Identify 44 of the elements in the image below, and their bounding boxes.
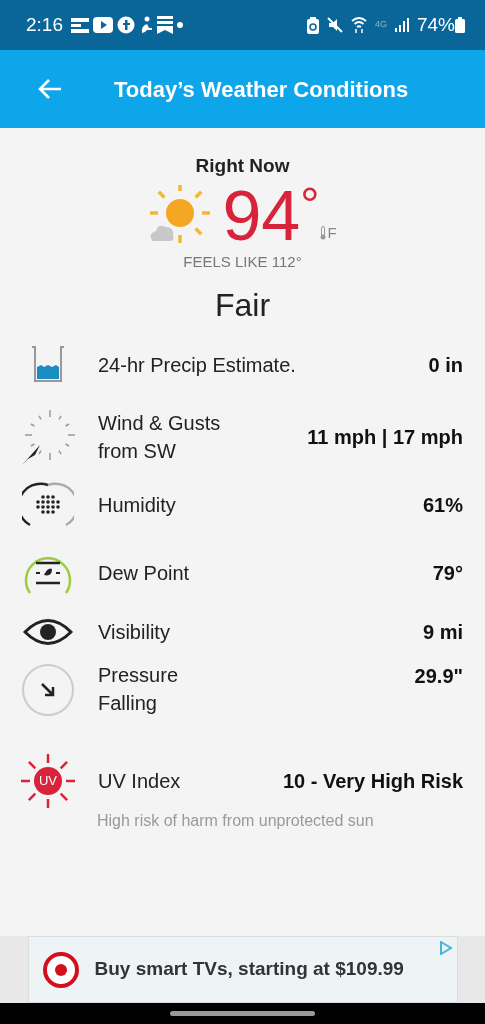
mute-icon xyxy=(326,17,343,33)
condition-value: 10 - Very High Risk xyxy=(282,769,463,794)
play-icon xyxy=(93,17,113,33)
ad-banner[interactable]: Buy smart TVs, starting at $109.99 xyxy=(27,936,458,1003)
signal-icon xyxy=(394,18,409,32)
condition-label: Visibility xyxy=(98,620,170,645)
condition-value: 0 in xyxy=(428,353,463,378)
condition-label: UV Index xyxy=(98,769,181,794)
condition-label: Wind & Gusts from SW xyxy=(98,411,221,464)
uv-note-text: High risk of harm from unprotected sun xyxy=(97,811,375,831)
condition-value: 29.9" xyxy=(414,664,463,689)
condition-label: 24-hr Precip Estimate. xyxy=(98,353,296,378)
bookmark-icon xyxy=(157,16,173,34)
ad-text: Buy smart TVs, starting at $109.99 xyxy=(94,957,404,982)
section-heading: Right Now xyxy=(195,154,290,178)
battery-saver-icon xyxy=(306,16,319,34)
temperature: 94 xyxy=(222,180,301,251)
battery-percent: 74% xyxy=(416,12,455,37)
temperature-unit: F xyxy=(327,223,337,243)
feels-like-text: FEELS LIKE 112° xyxy=(183,251,302,272)
compass-arrow-icon xyxy=(20,407,76,467)
condition-value: 61% xyxy=(422,493,463,518)
droplets-gauge-icon xyxy=(22,481,74,529)
condition-label: Pressure Falling xyxy=(98,663,179,716)
notification-icon xyxy=(71,17,89,33)
thermometer-icon xyxy=(319,226,328,241)
battery-icon xyxy=(455,17,465,33)
condition-label: Humidity xyxy=(98,493,176,518)
network-label: 4G xyxy=(374,18,387,32)
degree-symbol: ° xyxy=(300,180,320,229)
back-arrow-icon[interactable] xyxy=(38,78,62,100)
condition-value: 79° xyxy=(432,561,463,586)
ad-choices-icon[interactable] xyxy=(438,941,453,955)
condition-text: Fair xyxy=(214,286,271,325)
page-title: Today’s Weather Conditions xyxy=(114,75,409,104)
condition-value: 11 mph | 17 mph xyxy=(307,425,463,450)
wifi-icon xyxy=(350,16,367,34)
condition-value: 9 mi xyxy=(422,620,463,645)
status-time: 2:16 xyxy=(26,12,63,37)
eye-icon xyxy=(23,617,73,647)
condition-label: Dew Point xyxy=(98,561,190,586)
target-logo-icon xyxy=(42,951,79,988)
dot-icon xyxy=(177,22,183,28)
figure-icon xyxy=(139,16,153,34)
